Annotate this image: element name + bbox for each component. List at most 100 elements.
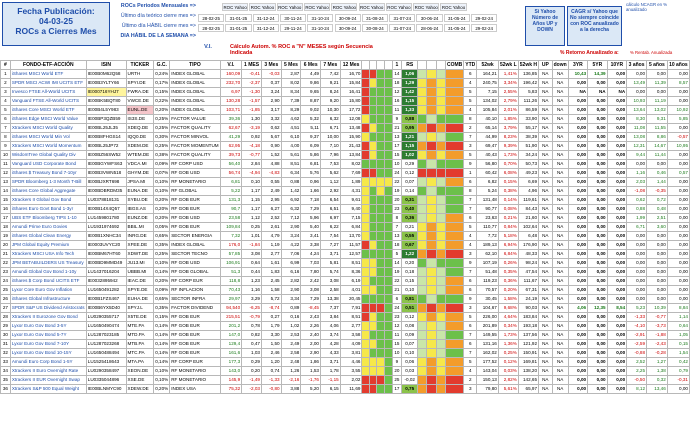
table-row[interactable]: 31 Lyxor Euro Gov Bond 7-10Y LU1287023268 M… bbox=[0, 339, 690, 349]
table-row[interactable]: 9 Xtrackers MSCI World Momentum IE00BL25JP… bbox=[0, 141, 690, 151]
flag-cell bbox=[384, 348, 393, 358]
cell-ticker: VWCE.DE bbox=[125, 96, 155, 106]
table-row[interactable]: 23 Amundi Global Gov Bond 1-10y LU14370162… bbox=[0, 267, 690, 277]
table-row[interactable]: 6 iShares Edge MSCI World Value IE00BP3QZB… bbox=[0, 114, 690, 124]
cell-m1: -0,41 bbox=[241, 69, 262, 79]
flag-cell bbox=[376, 384, 385, 394]
table-row[interactable]: 22 JPM BETABUILDERS US Treasury IE00BD9MMD… bbox=[0, 258, 690, 268]
table-row[interactable]: 29 Lyxor Euro Gov Bond 3-5Y LU1650490474 MT… bbox=[0, 321, 690, 331]
cell-ytd: 6 bbox=[463, 177, 478, 187]
table-row[interactable]: 26 iShares Global Infrastructure IE00B1FZS… bbox=[0, 294, 690, 304]
cell-p3: -1,08 bbox=[626, 186, 648, 196]
comb-cell bbox=[445, 231, 465, 241]
cell-name: WisdomTree Global Quality Div bbox=[9, 150, 87, 160]
cell-m6: 0,96 bbox=[300, 177, 321, 187]
comb-cell bbox=[445, 78, 465, 88]
cell-y5: 0,00 bbox=[587, 240, 608, 250]
flag-cell bbox=[368, 240, 378, 250]
cell-p3: 0,00 bbox=[626, 69, 648, 79]
flag-cell bbox=[368, 132, 378, 142]
table-row[interactable]: 25 Lyxor Core Euro Gov Inflation LU1650491… bbox=[0, 285, 690, 295]
cell-w52: 79,80 bbox=[476, 384, 499, 394]
cell-p5: 14,67 bbox=[646, 141, 668, 151]
cell-m3: 5,67 bbox=[260, 132, 282, 142]
cell-up: NA bbox=[538, 186, 553, 196]
table-row[interactable]: 36 Xtrackers S&P 500 Equal Weight IE00BLNM… bbox=[0, 384, 690, 394]
cell-ticker: JU13.MI bbox=[125, 258, 155, 268]
flag-cell bbox=[361, 231, 370, 241]
cell-y10: 8,54 bbox=[606, 303, 628, 313]
table-row[interactable]: 19 iShares Global Clean Energy IE00B1XNHC3… bbox=[0, 231, 690, 241]
table-row[interactable]: 17 UBS ETF Bloomberg TIPS 1-10 LU145980178… bbox=[0, 213, 690, 223]
cell-n: 6 bbox=[0, 114, 11, 124]
ultimo-teorico-label: Último día teórico cierre mes => bbox=[120, 13, 196, 19]
table-row[interactable]: 35 Xtrackers II EUR Overnight Swap LU03350… bbox=[0, 375, 690, 385]
cell-m5: 2,82 bbox=[280, 276, 302, 286]
flag-cell bbox=[361, 186, 370, 196]
cell-ticker: INRG.DE bbox=[125, 231, 155, 241]
table-row[interactable]: 27 SPDR S&P US Dividend Aristocrats IE00B6… bbox=[0, 303, 690, 313]
flag-cell bbox=[384, 276, 393, 286]
cell-rs: -0,02 bbox=[401, 375, 419, 385]
table-row[interactable]: 20 JPM Global Equity Premium IE0003UVYC20 X… bbox=[0, 240, 690, 250]
cell-vi: 39,36 bbox=[219, 114, 243, 124]
table-row[interactable]: 3 Invesco FTSE All-World UCITS IE000716YHJ… bbox=[0, 87, 690, 97]
table-row[interactable]: 10 WisdomTree Global Quality Div IE00BZ56S… bbox=[0, 150, 690, 160]
cell-m5: 2,49 bbox=[280, 339, 302, 349]
cell-p3: -0,88 bbox=[626, 348, 648, 358]
cell-h52: 33,90 bbox=[517, 114, 540, 124]
table-row[interactable]: 1 iShares MSCI World ETF IE00B0M62Q58 URTH 0… bbox=[0, 69, 690, 79]
cell-y10: 0,00 bbox=[606, 267, 628, 277]
table-row[interactable]: 2 SPDR MSCI ACWI IMI UCITS ETF IE00B3YLTY6… bbox=[0, 78, 690, 88]
table-row[interactable]: 28 Xtrackers II Eurozone Gov Bond LU029035… bbox=[0, 312, 690, 322]
cell-p5: 9,31 bbox=[646, 114, 668, 124]
table-row[interactable]: 7 Xtrackers MSCI World Quality IE00BL25JL3… bbox=[0, 123, 690, 133]
flag-header bbox=[376, 60, 385, 70]
status-flag bbox=[426, 321, 437, 331]
table-row[interactable]: 12 iShares $ Treasury Bond 7-10yr IE00B3VW… bbox=[0, 168, 690, 178]
cell-m6: 5,96 bbox=[300, 213, 321, 223]
cell-l52: 5,61% bbox=[497, 384, 519, 394]
table-row[interactable]: 13 SPDR Bloomberg 1-3 Month T-Bill IE00BJX… bbox=[0, 177, 690, 187]
cell-m3: 1,58 bbox=[260, 285, 282, 295]
cell-h52: 48,33 bbox=[517, 249, 540, 259]
cell-l52: 9,68% bbox=[497, 303, 519, 313]
cell-down: NA bbox=[551, 87, 569, 97]
table-row[interactable]: 11 Vanguard USD Corporate Bond IE00BGYWFS6… bbox=[0, 159, 690, 169]
cell-p5: -0,28 bbox=[646, 348, 668, 358]
cell-m6: 5,76 bbox=[300, 168, 321, 178]
cell-y10: 0,00 bbox=[606, 357, 628, 367]
cell-name: iShares Core Global Aggregate bbox=[9, 186, 87, 196]
table-row[interactable]: 18 Amundi Prime Euro Govies LU1931974692 BB… bbox=[0, 222, 690, 232]
table-row[interactable]: 30 Lyxor Euro Gov Bond 5-7Y LU1287023185 MT… bbox=[0, 330, 690, 340]
table-row[interactable]: 33 Amundi Euro Corp Bond 1-5Y LU1525418643… bbox=[0, 357, 690, 367]
roc-periodos-link[interactable]: ROCs Periodos Mensuales => bbox=[112, 3, 196, 9]
comb-cell bbox=[445, 96, 465, 106]
table-row[interactable]: 4 Vanguard FTSE All-World UCITS IE00BK5BQT… bbox=[0, 96, 690, 106]
flag-cell bbox=[384, 69, 393, 79]
table-row[interactable]: 24 iShares $ Corp Bond UCITS ETF IE0032895… bbox=[0, 276, 690, 286]
table-row[interactable]: 5 iShares Core MSCI World ETF IE00B4L5Y983… bbox=[0, 105, 690, 115]
table-row[interactable]: 32 Lyxor Euro Gov Bond 10-15Y LU1650488494… bbox=[0, 348, 690, 358]
cell-p5: 1,38 bbox=[646, 366, 668, 376]
rent-label: % Rentab. Anualizada bbox=[630, 50, 673, 55]
table-row[interactable]: 14 iShares Core Global Aggregate IE00BDBRD… bbox=[0, 186, 690, 196]
table-row[interactable]: 15 Xtrackers II Global Gov Bond LU03788181… bbox=[0, 195, 690, 205]
cell-n: 12 bbox=[0, 168, 11, 178]
cell-m7: 6,15 bbox=[320, 384, 341, 394]
cell-tipo: RF MONETARIO bbox=[169, 375, 221, 385]
table-row[interactable]: 16 iShares Euro Govt Bond 1-3yr IE00B14X4Q… bbox=[0, 204, 690, 214]
table-row[interactable]: 34 Xtrackers II Euro Overnight Rate LU0290… bbox=[0, 366, 690, 376]
flag-cell bbox=[384, 384, 393, 394]
cell-tipo: INDEX GLOBAL bbox=[169, 69, 221, 79]
flag-cell bbox=[368, 321, 378, 331]
status-flag bbox=[417, 276, 428, 286]
status-flag bbox=[417, 159, 428, 169]
table-row[interactable]: 21 Xtrackers MSCI USA Info Tech IE00BM67HT… bbox=[0, 249, 690, 259]
table-row[interactable]: 8 iShares MSCI World Min Vol IE00B8FHGS14 I… bbox=[0, 132, 690, 142]
cell-m7: 5,62 bbox=[320, 168, 341, 178]
cell-isin: IE00BZ56SW52 bbox=[85, 150, 127, 160]
cell-m7: 9,20 bbox=[320, 96, 341, 106]
cell-y3: 0,00 bbox=[567, 312, 589, 322]
cell-y10: 0,00 bbox=[606, 204, 628, 214]
